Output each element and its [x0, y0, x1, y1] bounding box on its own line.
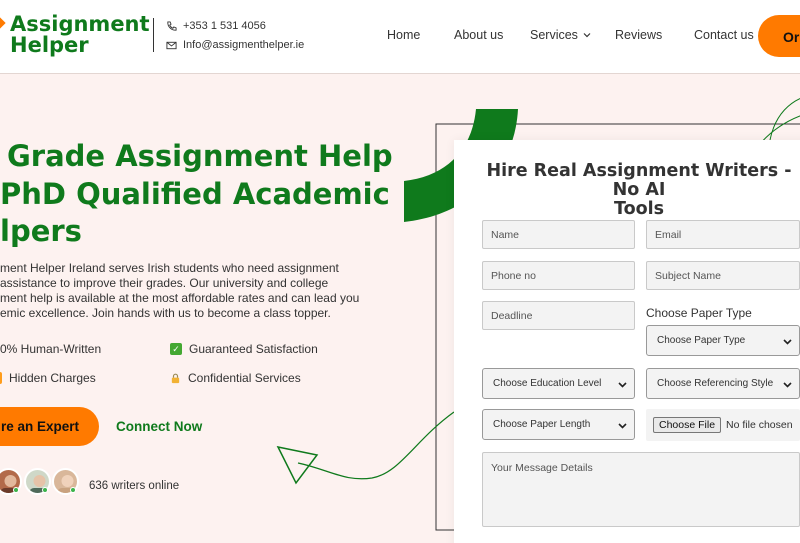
logo-line-1: Assignment	[10, 12, 150, 36]
chevron-down-icon	[618, 423, 627, 429]
hero-title-line-3: lpers	[0, 214, 82, 248]
logo-line-2: Helper	[10, 33, 89, 57]
site-header: Assignment Helper +353 1 531 4056 Info@a…	[0, 0, 800, 74]
chevron-down-icon	[783, 380, 792, 389]
nav-reviews[interactable]: Reviews	[615, 28, 662, 42]
lock-icon	[171, 373, 180, 383]
select-value: Choose Paper Length	[493, 419, 591, 430]
feature-label: 0% Human-Written	[0, 342, 102, 356]
hero-description: ment Helper Ireland serves Irish student…	[0, 261, 360, 321]
nav-home[interactable]: Home	[387, 28, 420, 42]
name-input[interactable]: Name	[482, 220, 635, 249]
chevron-down-icon	[618, 382, 627, 388]
phone-input[interactable]: Phone no	[482, 261, 635, 290]
check-icon: ✓	[170, 343, 182, 355]
nav-services-label: Services	[530, 28, 578, 42]
form-title-line-1: Hire Real Assignment Writers - No AI	[486, 161, 792, 200]
phone-contact[interactable]: +353 1 531 4056	[166, 20, 266, 32]
file-upload: Choose File No file chosen	[646, 409, 800, 441]
email-address: Info@assigmenthelper.ie	[183, 39, 305, 51]
online-indicator	[13, 487, 19, 493]
choose-file-button[interactable]: Choose File	[653, 417, 722, 433]
feature-hidden-charges: Hidden Charges	[0, 371, 96, 385]
hero-title-line-2: PhD Qualified Academic	[0, 176, 390, 211]
paper-type-label: Choose Paper Type	[646, 306, 752, 320]
select-value: Choose Paper Type	[657, 335, 746, 346]
message-textarea[interactable]: Your Message Details	[482, 452, 800, 527]
nav-services[interactable]: Services	[530, 28, 591, 42]
logo-mark	[0, 17, 6, 29]
hero-title: Grade Assignment Help PhD Qualified Acad…	[0, 138, 420, 251]
phone-number: +353 1 531 4056	[183, 20, 266, 32]
hero-desc-line-3: ment help is available at the most affor…	[0, 291, 360, 305]
header-divider	[153, 18, 154, 52]
hero-desc-line-1: ment Helper Ireland serves Irish student…	[0, 261, 339, 275]
subject-input[interactable]: Subject Name	[646, 261, 800, 290]
select-value: Choose Referencing Style	[657, 378, 774, 389]
hero-desc-line-2: assistance to improve their grades. Our …	[0, 276, 329, 290]
hire-expert-button[interactable]: re an Expert	[0, 407, 99, 446]
chevron-down-icon	[783, 339, 792, 345]
writers-online-count: 636 writers online	[89, 480, 180, 492]
nav-about-us[interactable]: About us	[454, 28, 503, 42]
logo[interactable]: Assignment Helper	[10, 14, 150, 56]
form-title: Hire Real Assignment Writers - No AI Too…	[474, 162, 800, 219]
online-indicator	[70, 487, 76, 493]
feature-confidential: Confidential Services	[170, 371, 301, 385]
hero-title-line-1: Grade Assignment Help	[7, 139, 393, 173]
hero-desc-line-4: emic excellence. Join hands with us to b…	[0, 306, 331, 320]
feature-satisfaction: ✓ Guaranteed Satisfaction	[170, 342, 318, 356]
select-value: Choose Education Level	[493, 378, 602, 389]
email-input[interactable]: Email	[646, 220, 800, 249]
file-status: No file chosen	[726, 419, 793, 431]
connect-now-link[interactable]: Connect Now	[116, 419, 202, 434]
education-level-select[interactable]: Choose Education Level	[482, 368, 635, 399]
feature-label: Confidential Services	[188, 371, 301, 385]
online-indicator	[42, 487, 48, 493]
deadline-input[interactable]: Deadline	[482, 301, 635, 330]
feature-human-written: 0% Human-Written	[0, 342, 101, 356]
feature-label: Hidden Charges	[9, 371, 96, 385]
referencing-style-select[interactable]: Choose Referencing Style	[646, 368, 800, 399]
order-button[interactable]: Or	[758, 15, 800, 57]
nav-contact-us[interactable]: Contact us	[694, 28, 754, 42]
chevron-down-icon	[583, 33, 591, 38]
paper-length-select[interactable]: Choose Paper Length	[482, 409, 635, 440]
phone-icon	[167, 20, 177, 31]
paper-type-select[interactable]: Choose Paper Type	[646, 325, 800, 356]
form-title-line-2: Tools	[613, 199, 665, 219]
mail-icon	[166, 41, 177, 49]
feature-label: Guaranteed Satisfaction	[189, 342, 318, 356]
check-icon	[0, 372, 2, 384]
email-contact[interactable]: Info@assigmenthelper.ie	[166, 39, 304, 51]
